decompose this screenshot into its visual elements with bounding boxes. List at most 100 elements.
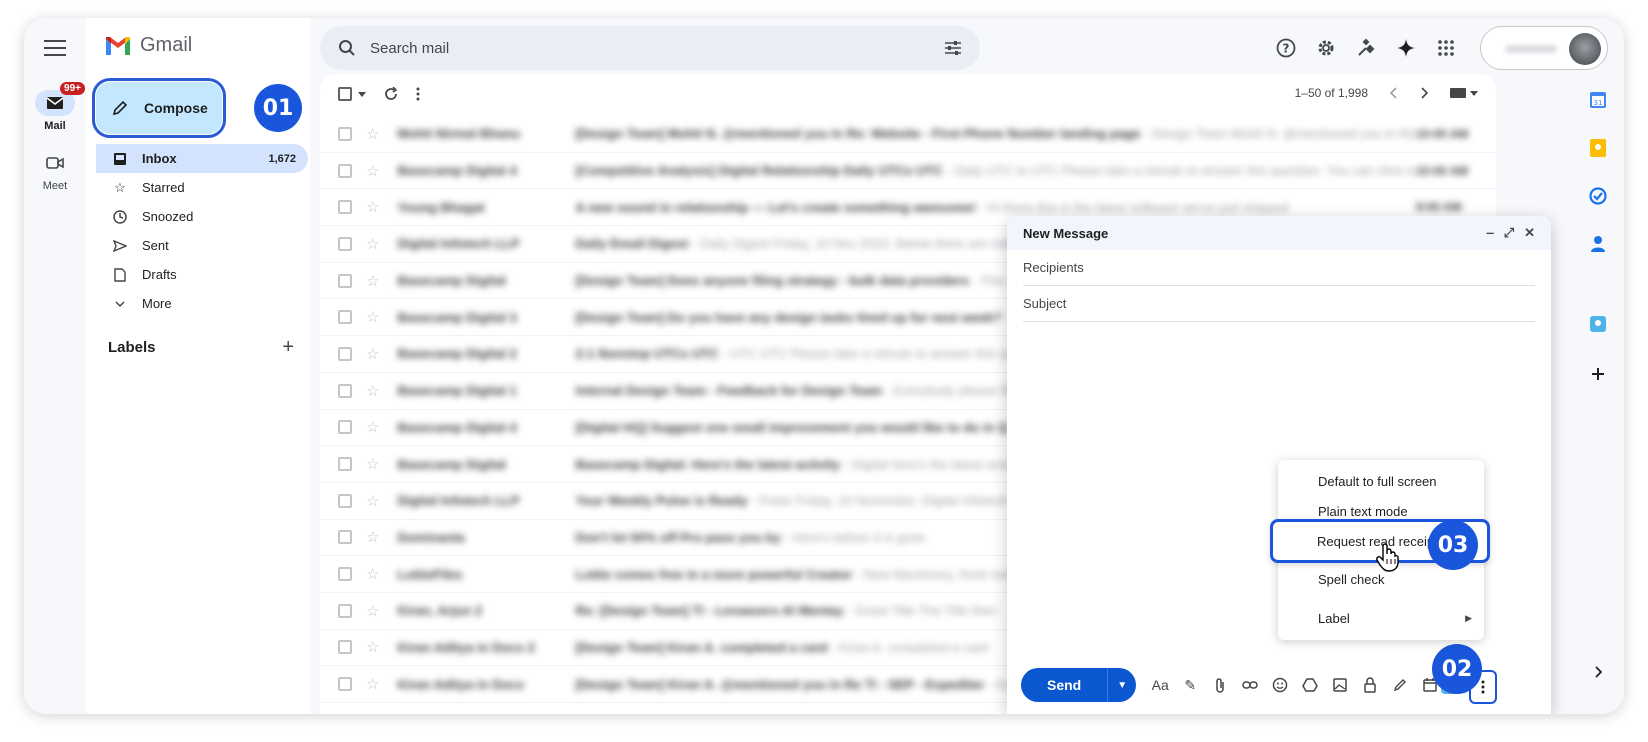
magic-pen-icon[interactable]: ✎ [1180, 675, 1200, 695]
link-icon[interactable] [1240, 675, 1260, 695]
star-icon[interactable]: ☆ [366, 675, 379, 693]
attach-icon[interactable] [1210, 675, 1230, 695]
emoji-icon[interactable] [1270, 675, 1290, 695]
contacts-icon[interactable] [1586, 232, 1610, 256]
minimize-icon[interactable]: ‒ [1486, 225, 1493, 241]
chevron-right-icon[interactable] [1586, 660, 1610, 684]
star-icon[interactable]: ☆ [366, 345, 379, 363]
star-icon[interactable]: ☆ [366, 602, 379, 620]
rail-item-meet[interactable]: Meet [24, 150, 86, 192]
row-checkbox[interactable] [338, 677, 352, 692]
refresh-icon[interactable] [384, 87, 398, 101]
main-menu-icon[interactable] [44, 40, 66, 56]
star-icon[interactable]: ☆ [366, 125, 379, 143]
help-icon[interactable]: ? [1274, 36, 1298, 60]
plus-icon[interactable] [1586, 362, 1610, 386]
inbox-count: 1,672 [268, 152, 296, 165]
row-checkbox[interactable] [338, 346, 352, 361]
expand-icon[interactable]: ⤢ [1504, 225, 1514, 241]
row-checkbox[interactable] [338, 383, 352, 398]
sparkle-pen-icon[interactable] [1354, 36, 1378, 60]
star-icon[interactable]: ☆ [366, 198, 379, 216]
row-checkbox[interactable] [338, 236, 352, 251]
submenu-arrow-icon: ▶ [1465, 612, 1472, 623]
star-icon[interactable]: ☆ [366, 528, 379, 546]
star-icon[interactable]: ☆ [366, 565, 379, 583]
recipients-input[interactable] [1023, 260, 1535, 275]
apps-grid-icon[interactable] [1434, 36, 1458, 60]
sidebar-item-inbox[interactable]: Inbox 1,672 [96, 144, 308, 173]
gmail-logo[interactable]: Gmail [104, 34, 192, 57]
labels-header: Labels + [108, 336, 294, 359]
sidebar-item-starred[interactable]: ☆ Starred [96, 173, 308, 202]
star-icon[interactable]: ☆ [366, 418, 379, 436]
drive-icon[interactable] [1300, 675, 1320, 695]
close-icon[interactable]: ✕ [1524, 225, 1535, 241]
star-icon[interactable]: ☆ [366, 235, 379, 253]
subject-input[interactable] [1023, 296, 1535, 311]
star-icon[interactable]: ☆ [366, 308, 379, 326]
redacted-sender: Basecamp Digital 3 [397, 309, 517, 325]
row-checkbox[interactable] [338, 493, 352, 508]
row-checkbox[interactable] [338, 457, 352, 472]
app-rail: 99+ Mail Meet [24, 18, 86, 714]
select-all-checkbox[interactable] [338, 87, 352, 101]
sidebar-item-drafts[interactable]: Drafts [96, 260, 308, 289]
chevron-left-icon[interactable] [1390, 87, 1398, 99]
row-checkbox[interactable] [338, 200, 352, 215]
schedule-send-dropdown[interactable]: ▼ [1108, 668, 1137, 702]
row-checkbox[interactable] [338, 567, 352, 582]
menu-item-full-screen[interactable]: Default to full screen [1278, 466, 1484, 496]
addon-icon[interactable] [1586, 312, 1610, 336]
caret-down-icon[interactable] [358, 91, 366, 97]
search-icon[interactable] [338, 39, 356, 57]
row-checkbox[interactable] [338, 126, 352, 141]
row-checkbox[interactable] [338, 310, 352, 325]
send-button[interactable]: Send [1021, 668, 1109, 702]
redacted-sender: Kiran Aditya in Docs 2 [397, 639, 535, 655]
tasks-icon[interactable] [1586, 184, 1610, 208]
signature-pen-icon[interactable] [1390, 675, 1410, 695]
confidential-lock-icon[interactable] [1360, 675, 1380, 695]
chevron-right-icon[interactable] [1420, 87, 1428, 99]
step-marker-01: 01 [254, 84, 302, 132]
menu-item-label[interactable]: Label ▶ [1278, 603, 1484, 633]
row-checkbox[interactable] [338, 603, 352, 618]
star-icon[interactable]: ☆ [366, 455, 379, 473]
input-tools[interactable] [1450, 88, 1478, 98]
sidebar-item-more[interactable]: More [96, 289, 308, 318]
text-format-icon[interactable]: Aa [1150, 675, 1170, 695]
more-vert-icon[interactable] [416, 87, 420, 101]
window-controls: ‒ ⤢ ✕ [1486, 225, 1535, 241]
star-icon[interactable]: ☆ [366, 638, 379, 656]
sidebar-item-snoozed[interactable]: Snoozed [96, 202, 308, 231]
row-checkbox[interactable] [338, 273, 352, 288]
row-checkbox[interactable] [338, 163, 352, 178]
redacted-sender: Kiran Aditya in Docs [397, 676, 525, 692]
gemini-icon[interactable] [1394, 36, 1418, 60]
account-switcher[interactable] [1480, 26, 1608, 70]
star-icon[interactable]: ☆ [366, 382, 379, 400]
calendar-icon[interactable]: 31 [1586, 88, 1610, 112]
search-options-icon[interactable] [944, 40, 962, 56]
row-checkbox[interactable] [338, 420, 352, 435]
select-all[interactable] [338, 87, 366, 101]
search-input[interactable] [370, 39, 944, 57]
sidebar-item-sent[interactable]: Sent [96, 231, 308, 260]
rail-item-mail[interactable]: 99+ Mail [24, 82, 86, 132]
row-checkbox[interactable] [338, 530, 352, 545]
star-icon[interactable]: ☆ [366, 492, 379, 510]
table-row[interactable]: ☆ Basecamp Digital 4 [Competitive Analysis… [320, 153, 1496, 190]
star-icon[interactable]: ☆ [366, 272, 379, 290]
add-label-icon[interactable]: + [282, 336, 294, 359]
keep-icon[interactable] [1586, 136, 1610, 160]
compose-header: New Message ‒ ⤢ ✕ [1007, 216, 1551, 250]
star-icon[interactable]: ☆ [366, 162, 379, 180]
table-row[interactable]: ☆ Mohit Nirmal Bhanu [Design Team] Mohit N… [320, 116, 1496, 153]
compose-button[interactable]: Compose [92, 78, 226, 138]
gear-icon[interactable] [1314, 36, 1338, 60]
row-checkbox[interactable] [338, 640, 352, 655]
image-icon[interactable] [1330, 675, 1350, 695]
pencil-icon [112, 100, 128, 116]
redacted-sender: Basecamp Digital 4 [397, 163, 517, 179]
